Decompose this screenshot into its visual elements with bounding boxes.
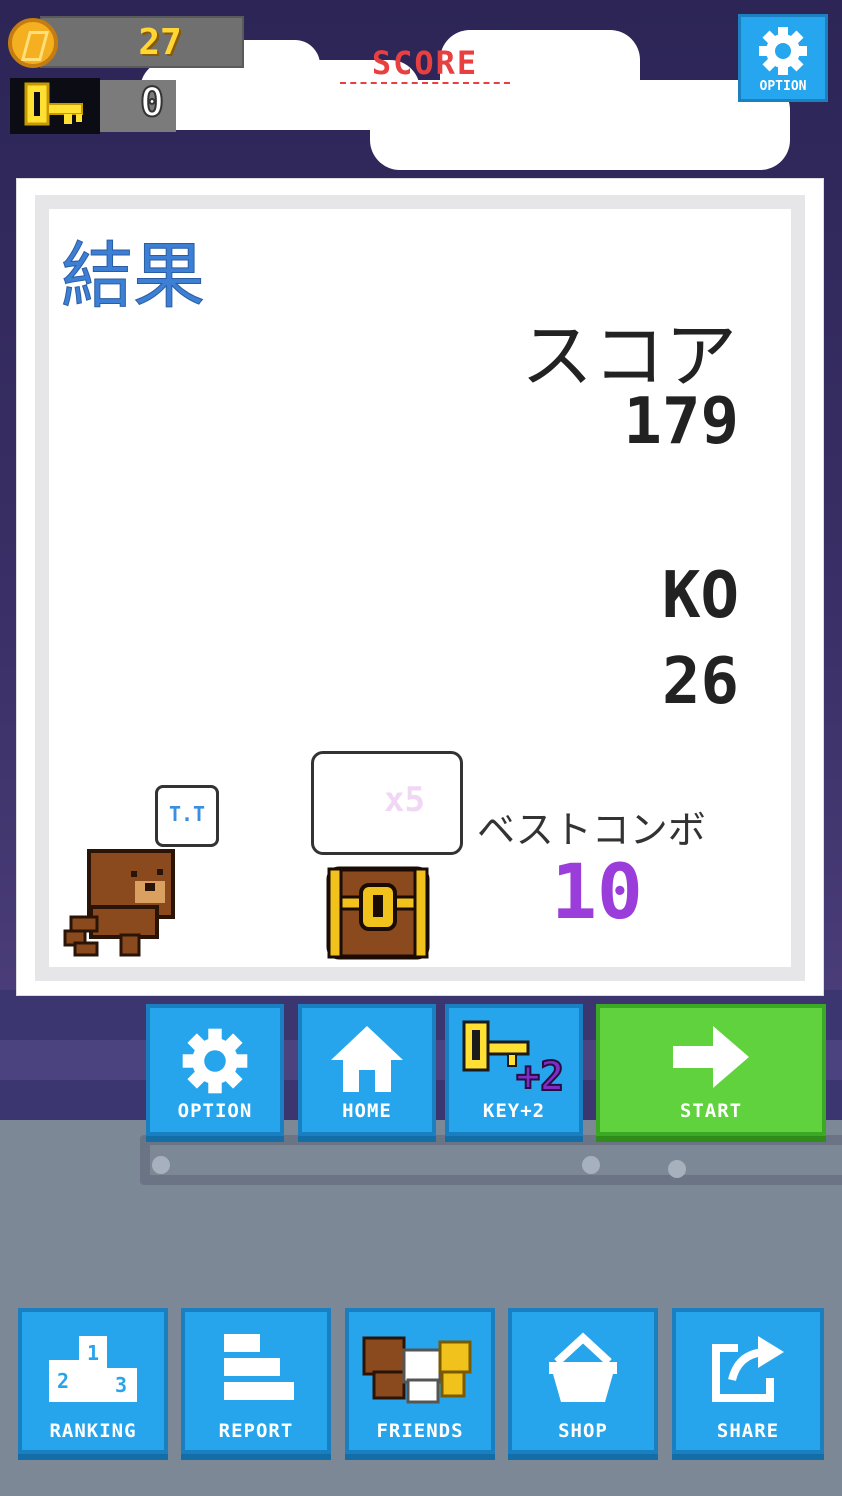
shop-button-label: SHOP bbox=[558, 1420, 608, 1442]
score-header: SCORE bbox=[340, 44, 510, 84]
svg-text:2: 2 bbox=[57, 1369, 69, 1393]
best-combo-label: ベストコンボ bbox=[477, 808, 706, 852]
coin-icon bbox=[8, 18, 58, 68]
option-label: OPTION bbox=[759, 79, 807, 94]
rivet bbox=[582, 1156, 600, 1174]
ranking-button-label: RANKING bbox=[49, 1420, 137, 1442]
svg-text:1: 1 bbox=[87, 1341, 99, 1365]
bear-character bbox=[61, 847, 177, 959]
home-button-label: HOME bbox=[342, 1100, 392, 1122]
chest-multiplier: x5 bbox=[384, 780, 425, 820]
gear-icon bbox=[150, 1026, 280, 1096]
option-button[interactable]: OPTION bbox=[146, 1004, 284, 1136]
share-icon bbox=[676, 1330, 820, 1406]
option-button-top[interactable]: OPTION bbox=[738, 14, 828, 102]
best-combo-value: 10 bbox=[551, 847, 643, 936]
ko-value: 26 bbox=[661, 645, 739, 719]
shop-button[interactable]: SHOP bbox=[508, 1308, 658, 1454]
result-panel: 結果 スコア 179 KO 26 ベストコンボ 10 T.T x5 bbox=[16, 178, 824, 996]
podium-icon: 1 2 3 bbox=[22, 1330, 164, 1406]
friends-icon bbox=[349, 1328, 491, 1408]
option-button-label: OPTION bbox=[177, 1100, 253, 1122]
treasure-chest-icon bbox=[323, 863, 433, 961]
result-title: 結果 bbox=[60, 234, 206, 319]
rivet bbox=[152, 1156, 170, 1174]
share-button[interactable]: SHARE bbox=[672, 1308, 824, 1454]
bear-bubble-text: T.T bbox=[168, 802, 206, 826]
chest-speech-bubble: x5 bbox=[311, 751, 463, 855]
ranking-button[interactable]: 1 2 3 RANKING bbox=[18, 1308, 168, 1454]
bear-speech-bubble: T.T bbox=[155, 785, 219, 847]
ko-label: KO bbox=[661, 559, 739, 633]
rivet bbox=[668, 1160, 686, 1178]
key-plus-button[interactable]: +2 KEY+2 bbox=[445, 1004, 583, 1136]
gear-icon bbox=[741, 25, 825, 77]
home-icon bbox=[302, 1022, 432, 1094]
start-button-label: START bbox=[679, 1100, 743, 1122]
coin-count: 27 bbox=[138, 22, 182, 63]
share-button-label: SHARE bbox=[716, 1420, 780, 1442]
report-button-label: REPORT bbox=[218, 1420, 294, 1442]
report-icon bbox=[185, 1330, 327, 1406]
svg-text:+2: +2 bbox=[516, 1054, 564, 1096]
home-button[interactable]: HOME bbox=[298, 1004, 436, 1136]
key-plus-icon: +2 bbox=[449, 1016, 579, 1096]
score-value: 179 bbox=[623, 385, 739, 459]
key-count: 0 bbox=[139, 79, 165, 127]
start-button[interactable]: START bbox=[596, 1004, 826, 1136]
report-button[interactable]: REPORT bbox=[181, 1308, 331, 1454]
basket-icon bbox=[512, 1330, 654, 1406]
pipe-decoration bbox=[140, 1135, 842, 1185]
friends-button-label: FRIENDS bbox=[376, 1420, 464, 1442]
friends-button[interactable]: FRIENDS bbox=[345, 1308, 495, 1454]
arrow-right-icon bbox=[600, 1024, 822, 1090]
svg-text:3: 3 bbox=[115, 1373, 127, 1397]
key-icon bbox=[10, 78, 100, 134]
key-plus-button-label: KEY+2 bbox=[482, 1100, 546, 1122]
